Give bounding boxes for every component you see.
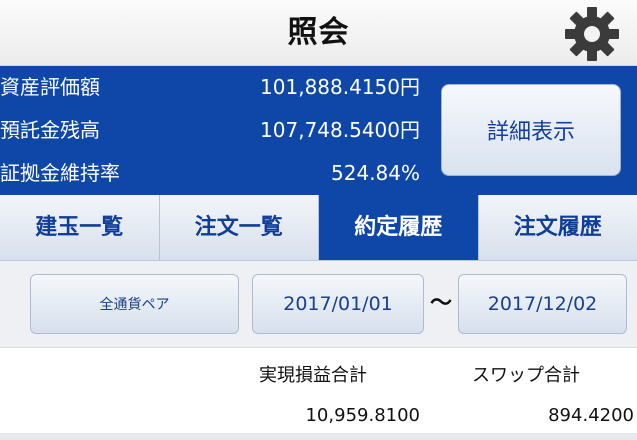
- summary-label: 預託金残高: [0, 118, 100, 142]
- list-divider: [0, 433, 637, 440]
- summary-row-asset-valuation: 資産評価額 101,888.4150円: [0, 66, 420, 109]
- detail-button[interactable]: 詳細表示: [441, 84, 621, 176]
- header-bar: 照会: [0, 0, 637, 66]
- tab-order-history[interactable]: 注文履歴: [478, 195, 637, 260]
- summary-label: 証拠金維持率: [0, 161, 120, 185]
- swap-total-value: 894.4200: [548, 405, 634, 426]
- realized-pl-total-value: 10,959.8100: [305, 405, 420, 426]
- summary-value: 524.84%: [331, 161, 420, 185]
- tab-bar: 建玉一覧 注文一覧 約定履歴 注文履歴: [0, 195, 637, 261]
- screen: 照会 資産評価額 101,888.4150円 預託金残高 107,748.540…: [0, 0, 637, 440]
- date-from-button[interactable]: 2017/01/01: [252, 274, 424, 334]
- summary-value: 107,748.5400円: [260, 118, 420, 142]
- tab-positions[interactable]: 建玉一覧: [0, 195, 160, 260]
- summary-row-deposit-balance: 預託金残高 107,748.5400円: [0, 109, 420, 152]
- gear-icon[interactable]: [560, 6, 624, 62]
- swap-total-label: スワップ合計: [472, 365, 580, 386]
- filter-bar: 全通貨ペア 2017/01/01 ～ 2017/12/02: [0, 261, 637, 348]
- page-title: 照会: [287, 15, 350, 50]
- summary-value: 101,888.4150円: [260, 75, 420, 99]
- realized-pl-total-label: 実現損益合計: [259, 365, 367, 386]
- date-range-separator: ～: [429, 291, 452, 316]
- tab-orders[interactable]: 注文一覧: [159, 195, 319, 260]
- summary-label: 資産評価額: [0, 75, 100, 99]
- date-to-button[interactable]: 2017/12/02: [458, 274, 627, 334]
- summary-row-margin-ratio: 証拠金維持率 524.84%: [0, 152, 420, 195]
- tab-execution-history[interactable]: 約定履歴: [319, 195, 479, 260]
- currency-pair-select[interactable]: 全通貨ペア: [30, 274, 239, 334]
